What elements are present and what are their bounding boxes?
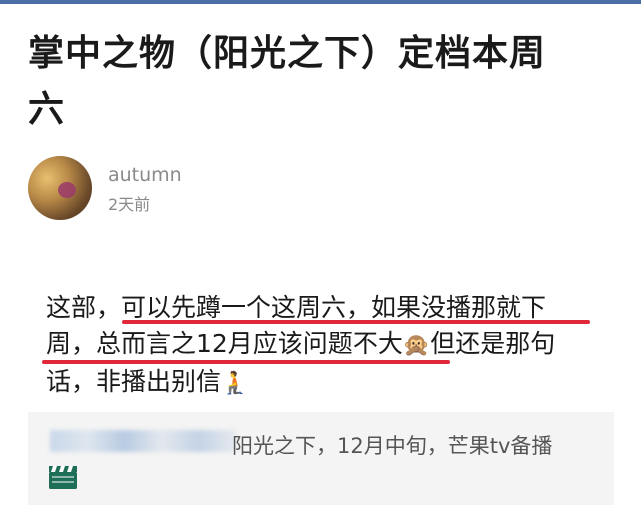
highlight-underline-1 [122,320,590,324]
post-title: 掌中之物（阳光之下）定档本周 六 [28,26,618,138]
avatar[interactable] [28,156,92,220]
kneeling-person-icon: 🧎 [221,371,249,396]
see-no-evil-monkey-icon: 🙊 [402,333,431,358]
body-line-2-end: 但还是那句 [430,329,556,358]
quoted-post[interactable]: 阳光之下，12月中旬，芒果tv备播 [28,412,614,505]
body-line-1-start: 这部， [46,293,122,322]
body-line-3-text: 话，非播出别信 [46,367,222,396]
post-time: 2天前 [108,195,151,214]
body-line-3: 话，非播出别信🧎 [46,364,606,402]
highlight-underline-2 [42,360,450,364]
title-line-2: 六 [28,89,66,130]
author-name[interactable]: autumn [108,164,182,186]
title-line-1: 掌中之物（阳光之下）定档本周 [28,33,547,74]
post-body: 这部，可以先蹲一个这周六，如果没播那就下 周，总而言之12月应该问题不大🙊但还是… [46,290,606,402]
clapper-board-icon [49,466,77,489]
body-line-2: 周，总而言之12月应该问题不大🙊但还是那句 [46,326,606,364]
quote-text: 阳光之下，12月中旬，芒果tv备播 [232,434,553,458]
body-line-2-highlight: 周，总而言之12月应该问题不大 [46,329,403,358]
blurred-username [50,430,236,452]
body-line-1-highlight: 可以先蹲一个这周六，如果没播那就下 [121,293,547,322]
top-accent-bar [0,0,641,4]
